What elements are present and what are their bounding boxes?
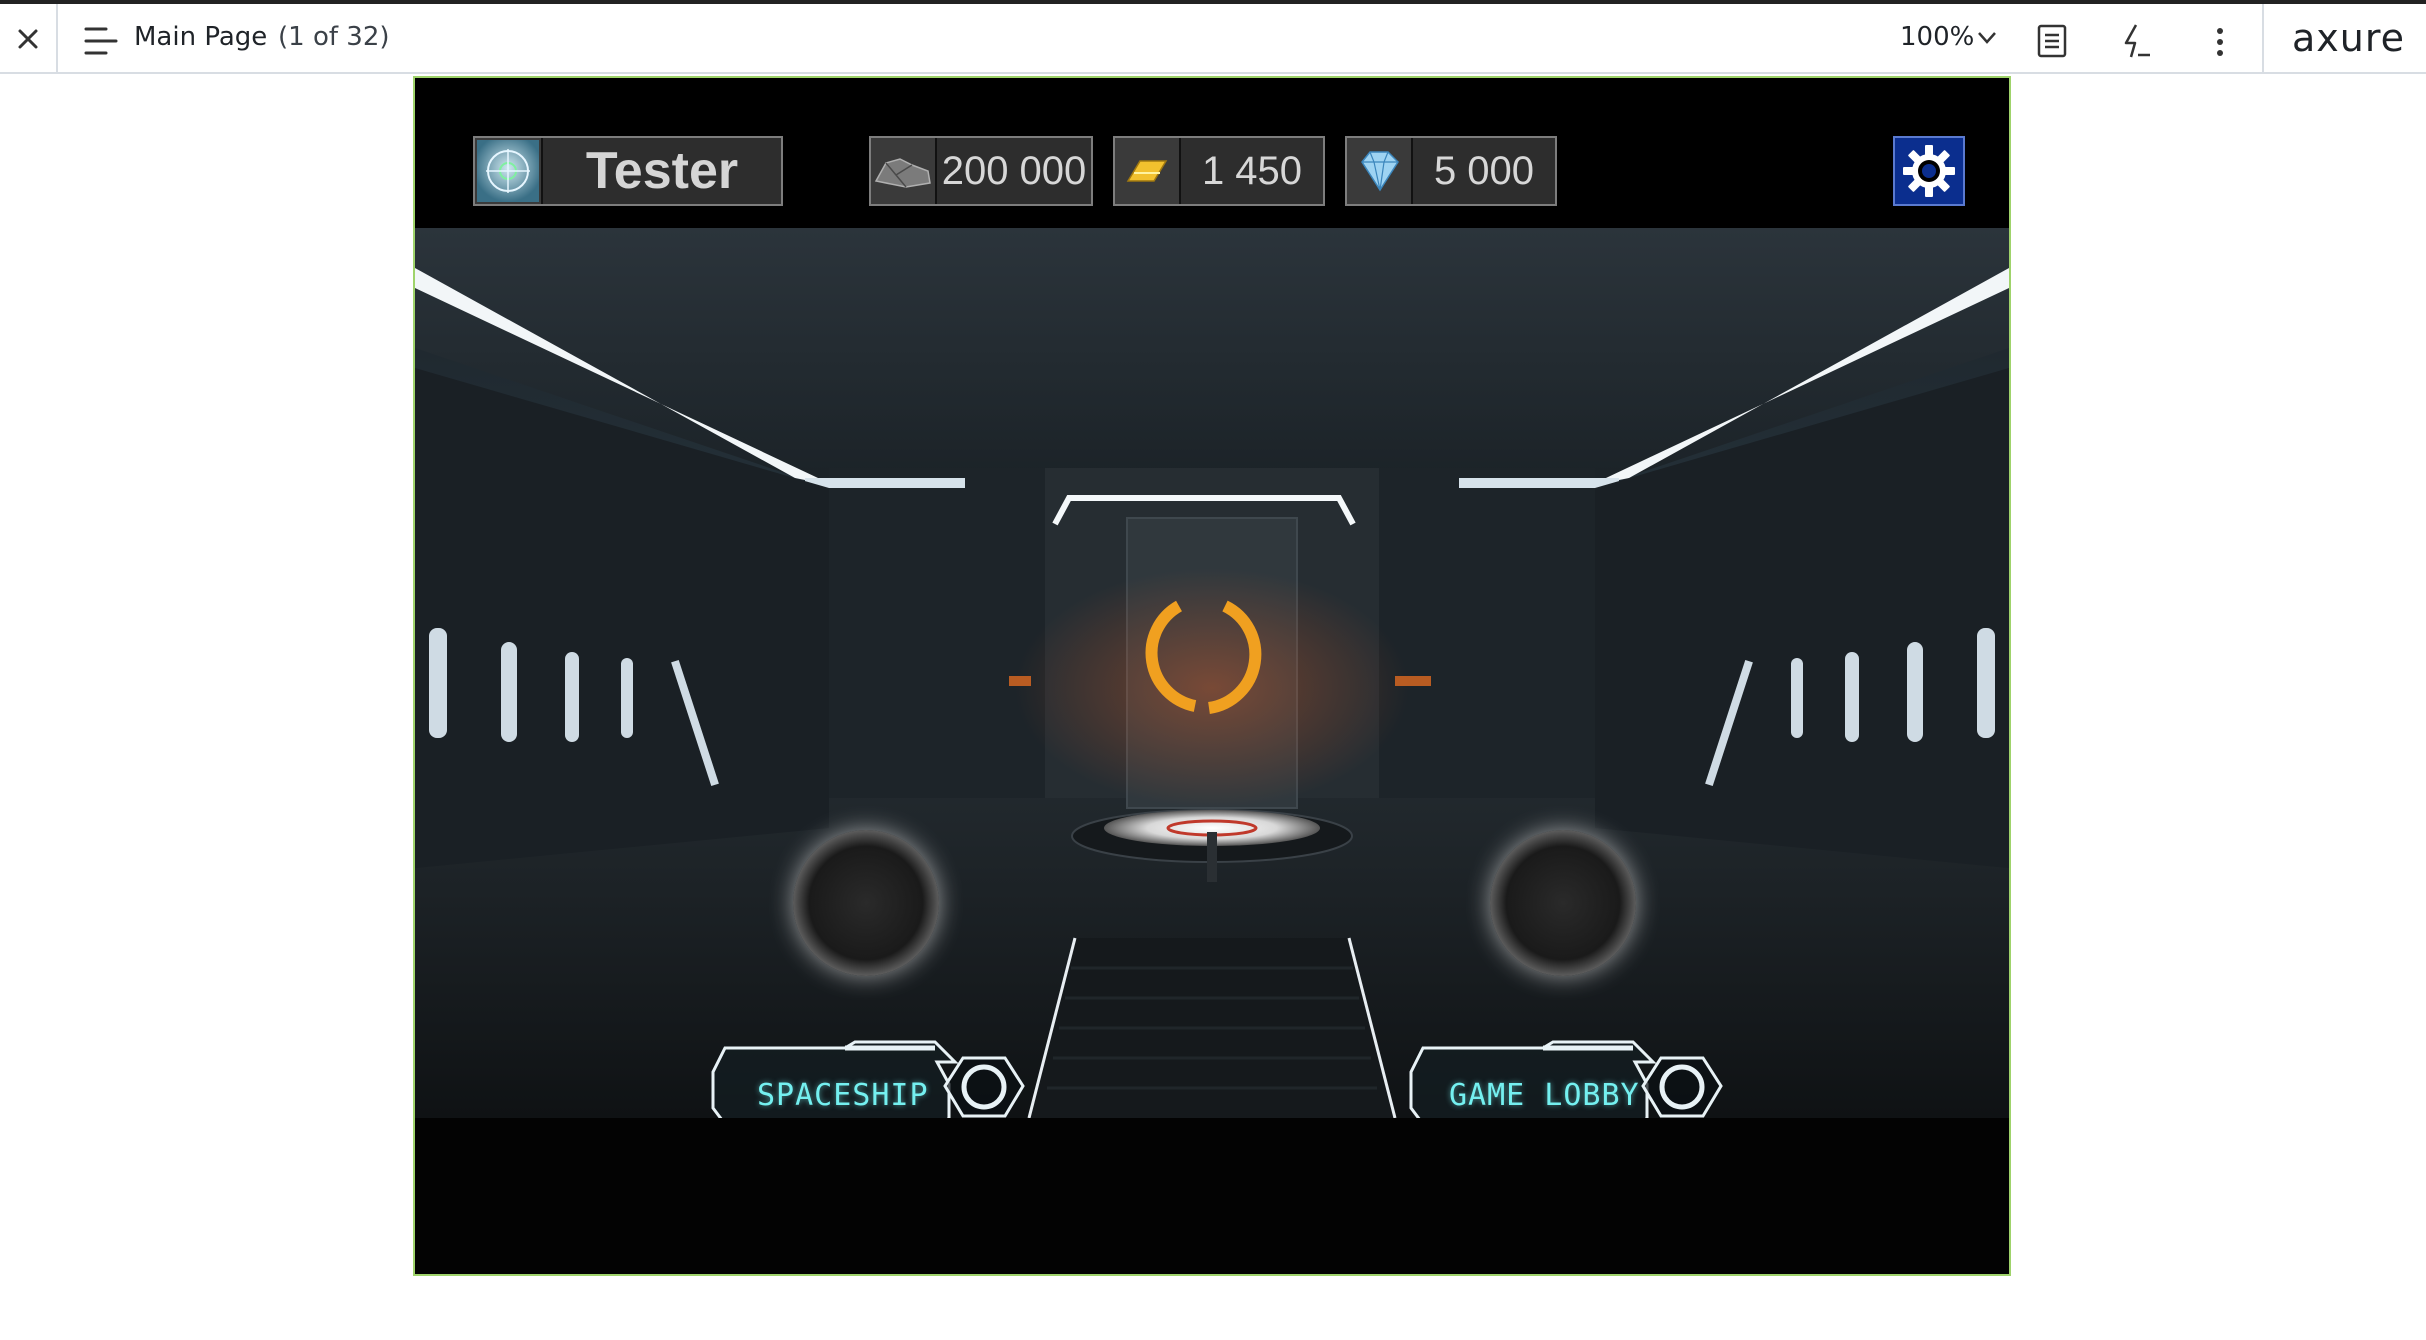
- resource-gold: 1 450: [1113, 136, 1325, 206]
- menu-icon: [84, 27, 118, 55]
- ore-value: 200 000: [937, 138, 1091, 204]
- pages-menu-button[interactable]: [84, 26, 118, 56]
- game-lobby-label: GAME LOBBY: [1449, 1078, 1640, 1113]
- compass-avatar-icon: [477, 140, 539, 202]
- spaceship-button[interactable]: SPACESHIP: [705, 1038, 1045, 1118]
- page-count: (1 of 32): [278, 22, 390, 52]
- zoom-select[interactable]: 100%: [1900, 22, 1974, 52]
- diamond-icon: [1347, 138, 1413, 204]
- more-vertical-icon[interactable]: [2212, 26, 2228, 58]
- page-title[interactable]: Main Page: [134, 22, 267, 52]
- axure-logo: axure: [2292, 16, 2406, 60]
- lightning-icon[interactable]: [2118, 22, 2154, 60]
- player-name: Tester: [543, 138, 781, 204]
- resource-ore: 200 000: [869, 136, 1093, 206]
- gold-value: 1 450: [1181, 138, 1323, 204]
- avatar[interactable]: [475, 138, 543, 204]
- hangar-background-image: [415, 228, 2009, 1118]
- sci-fi-hangar-scene: SPACESHIP GAME LOBBY: [415, 228, 2009, 1118]
- game-hud: Tester 200 000 1 450 5 000: [415, 78, 2009, 228]
- diamond-value: 5 000: [1413, 138, 1555, 204]
- energy-orb-left: [793, 830, 939, 976]
- close-icon: [18, 29, 38, 49]
- gear-icon: [1903, 145, 1955, 197]
- game-lobby-button[interactable]: GAME LOBBY: [1403, 1038, 1743, 1118]
- gold-bar-icon: [1115, 138, 1181, 204]
- close-button[interactable]: [0, 4, 58, 74]
- ore-icon: [871, 138, 937, 204]
- energy-orb-right: [1490, 830, 1636, 976]
- resource-diamond: 5 000: [1345, 136, 1557, 206]
- chevron-down-icon[interactable]: [1976, 30, 1998, 46]
- notes-icon[interactable]: [2036, 24, 2068, 58]
- settings-button[interactable]: [1893, 136, 1965, 206]
- spaceship-label: SPACESHIP: [757, 1078, 929, 1113]
- bottom-black-bar: [415, 1118, 2009, 1274]
- player-panel[interactable]: Tester: [473, 136, 783, 206]
- axure-toolbar: Main Page (1 of 32) 100% axure: [0, 0, 2426, 74]
- toolbar-divider: [2262, 4, 2264, 74]
- prototype-frame: Tester 200 000 1 450 5 000 SPACESHIP GAM…: [413, 76, 2011, 1276]
